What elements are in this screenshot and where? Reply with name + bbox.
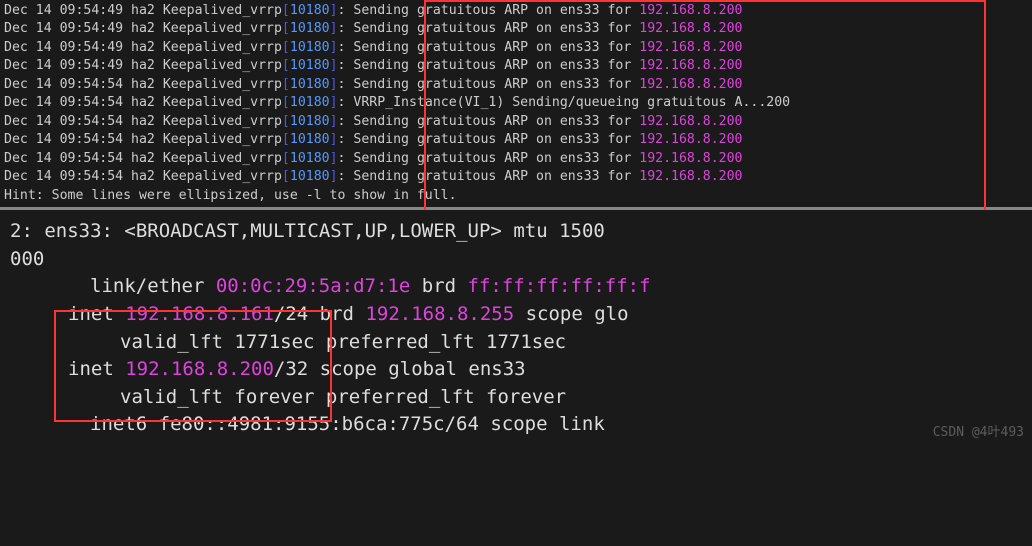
log-host: ha2 <box>131 58 155 73</box>
log-line: Dec 14 09:54:49 ha2 Keepalived_vrrp[1018… <box>4 2 1028 20</box>
log-ip-address: 192.168.8.200 <box>639 169 742 184</box>
valid-lft-1: valid_lft 1771sec preferred_lft 1771sec <box>120 329 1022 357</box>
log-host: ha2 <box>131 3 155 18</box>
log-pid: 10180 <box>290 77 330 92</box>
log-ip-address: 192.168.8.200 <box>639 132 742 147</box>
log-line: Dec 14 09:54:54 ha2 Keepalived_vrrp[1018… <box>4 131 1028 149</box>
log-line: Dec 14 09:54:49 ha2 Keepalived_vrrp[1018… <box>4 39 1028 57</box>
log-pid: 10180 <box>290 40 330 55</box>
log-timestamp: Dec 14 09:54:49 <box>4 58 123 73</box>
log-timestamp: Dec 14 09:54:54 <box>4 132 123 147</box>
log-pid: 10180 <box>290 58 330 73</box>
log-line: Dec 14 09:54:54 ha2 Keepalived_vrrp[1018… <box>4 150 1028 168</box>
log-process: Keepalived_vrrp <box>163 21 282 36</box>
log-ip-address: 192.168.8.200 <box>639 77 742 92</box>
log-host: ha2 <box>131 95 155 110</box>
mac-broadcast: ff:ff:ff:ff:ff:f <box>468 275 651 297</box>
log-line: Dec 14 09:54:49 ha2 Keepalived_vrrp[1018… <box>4 20 1028 38</box>
log-message: Sending gratuitous ARP on ens33 for <box>353 3 639 18</box>
log-process: Keepalived_vrrp <box>163 132 282 147</box>
log-host: ha2 <box>131 21 155 36</box>
link-ether-line: link/ether 00:0c:29:5a:d7:1e brd ff:ff:f… <box>90 273 1022 301</box>
interface-header-2: 000 <box>10 246 1022 274</box>
log-process: Keepalived_vrrp <box>163 114 282 129</box>
log-timestamp: Dec 14 09:54:54 <box>4 114 123 129</box>
log-pid: 10180 <box>290 132 330 147</box>
log-host: ha2 <box>131 169 155 184</box>
log-timestamp: Dec 14 09:54:54 <box>4 77 123 92</box>
log-timestamp: Dec 14 09:54:49 <box>4 3 123 18</box>
log-ip-address: 192.168.8.200 <box>639 40 742 55</box>
inet6-line: inet6 fe80::4981:9155:b6ca:775c/64 scope… <box>90 411 1022 439</box>
log-process: Keepalived_vrrp <box>163 58 282 73</box>
log-ip-address: 192.168.8.200 <box>639 58 742 73</box>
log-ip-address: 192.168.8.200 <box>639 114 742 129</box>
log-line: Dec 14 09:54:49 ha2 Keepalived_vrrp[1018… <box>4 57 1028 75</box>
log-timestamp: Dec 14 09:54:54 <box>4 151 123 166</box>
log-host: ha2 <box>131 132 155 147</box>
log-process: Keepalived_vrrp <box>163 151 282 166</box>
log-message: Sending gratuitous ARP on ens33 for <box>353 21 639 36</box>
log-process: Keepalived_vrrp <box>163 169 282 184</box>
log-line: Dec 14 09:54:54 ha2 Keepalived_vrrp[1018… <box>4 168 1028 186</box>
valid-lft-2: valid_lft forever preferred_lft forever <box>120 384 1022 412</box>
log-pid: 10180 <box>290 151 330 166</box>
log-pid: 10180 <box>290 21 330 36</box>
log-host: ha2 <box>131 151 155 166</box>
log-message: Sending gratuitous ARP on ens33 for <box>353 58 639 73</box>
inet-line-2: inet 192.168.8.200/32 scope global ens33 <box>68 356 1022 384</box>
interface-header-1: 2: ens33: <BROADCAST,MULTICAST,UP,LOWER_… <box>10 218 1022 246</box>
log-ip-address: 192.168.8.200 <box>639 3 742 18</box>
log-host: ha2 <box>131 114 155 129</box>
log-line: Dec 14 09:54:54 ha2 Keepalived_vrrp[1018… <box>4 94 1028 112</box>
inet-line-1: inet 192.168.8.161/24 brd 192.168.8.255 … <box>68 301 1022 329</box>
log-host: ha2 <box>131 40 155 55</box>
log-line: Dec 14 09:54:54 ha2 Keepalived_vrrp[1018… <box>4 113 1028 131</box>
log-message: Sending gratuitous ARP on ens33 for <box>353 151 639 166</box>
log-message: Sending gratuitous ARP on ens33 for <box>353 169 639 184</box>
log-process: Keepalived_vrrp <box>163 3 282 18</box>
csdn-watermark: CSDN @4叶493 <box>933 424 1024 443</box>
mac-address: 00:0c:29:5a:d7:1e <box>216 275 410 297</box>
inet-ip-1: 192.168.8.161 <box>125 303 274 325</box>
log-pid: 10180 <box>290 3 330 18</box>
log-host: ha2 <box>131 77 155 92</box>
log-process: Keepalived_vrrp <box>163 40 282 55</box>
inet-ip-2: 192.168.8.200 <box>125 358 274 380</box>
log-ip-address: 192.168.8.200 <box>639 21 742 36</box>
log-pid: 10180 <box>290 114 330 129</box>
log-message: Sending gratuitous ARP on ens33 for <box>353 40 639 55</box>
keepalived-log-output: Dec 14 09:54:49 ha2 Keepalived_vrrp[1018… <box>0 0 1032 210</box>
log-timestamp: Dec 14 09:54:54 <box>4 95 123 110</box>
log-timestamp: Dec 14 09:54:49 <box>4 40 123 55</box>
log-message: Sending gratuitous ARP on ens33 for <box>353 132 639 147</box>
inet-broadcast-1: 192.168.8.255 <box>365 303 514 325</box>
log-process: Keepalived_vrrp <box>163 77 282 92</box>
link-ether-label: link/ether <box>90 275 216 297</box>
log-ip-address: 192.168.8.200 <box>639 151 742 166</box>
hint-line: Hint: Some lines were ellipsized, use -l… <box>4 187 1028 205</box>
log-message: VRRP_Instance(VI_1) Sending/queueing gra… <box>353 95 790 110</box>
log-message: Sending gratuitous ARP on ens33 for <box>353 77 639 92</box>
log-pid: 10180 <box>290 95 330 110</box>
log-message: Sending gratuitous ARP on ens33 for <box>353 114 639 129</box>
log-process: Keepalived_vrrp <box>163 95 282 110</box>
log-timestamp: Dec 14 09:54:49 <box>4 21 123 36</box>
log-timestamp: Dec 14 09:54:54 <box>4 169 123 184</box>
log-line: Dec 14 09:54:54 ha2 Keepalived_vrrp[1018… <box>4 76 1028 94</box>
log-pid: 10180 <box>290 169 330 184</box>
ip-addr-output: 2: ens33: <BROADCAST,MULTICAST,UP,LOWER_… <box>0 210 1032 446</box>
